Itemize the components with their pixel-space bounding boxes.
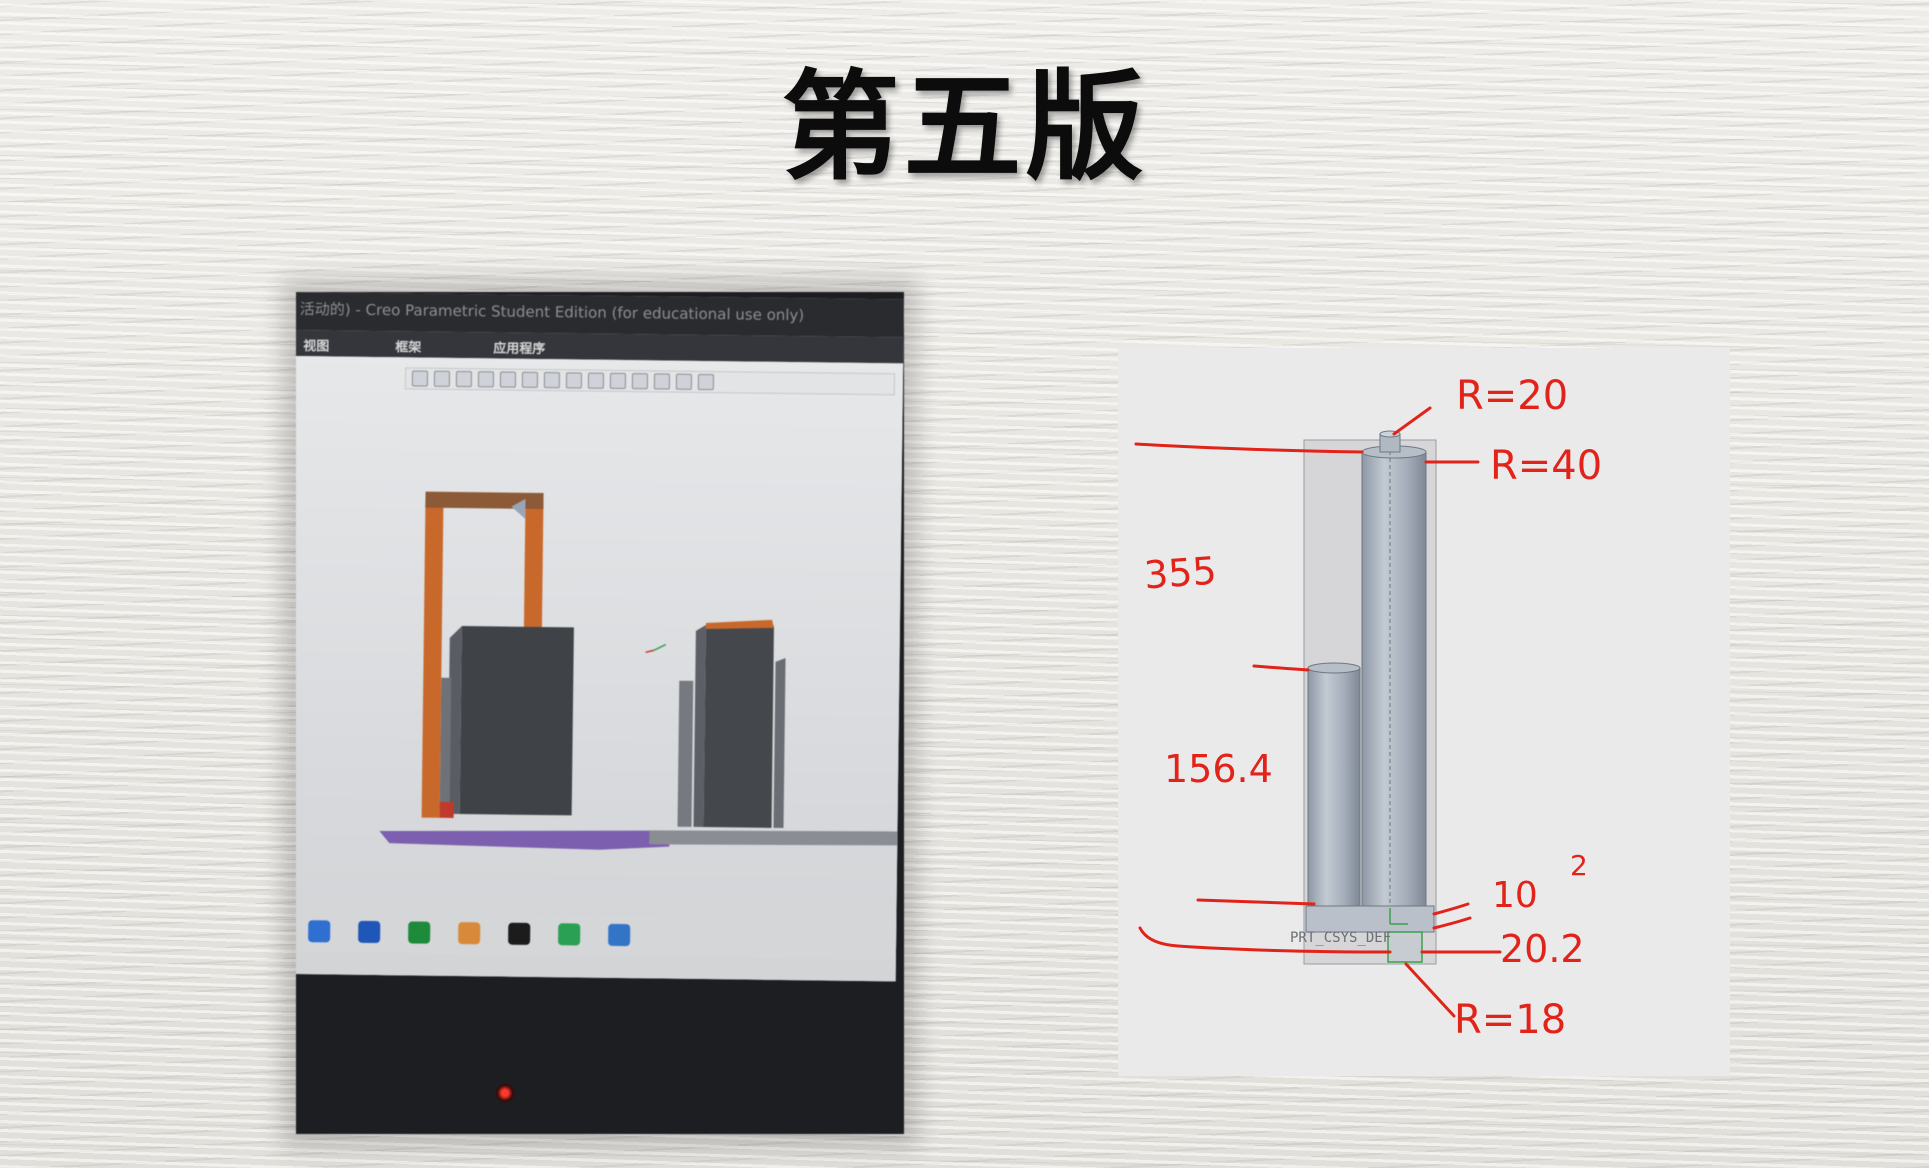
annotation-total-height: 355 <box>1142 548 1218 598</box>
bottom-stub <box>1387 931 1423 963</box>
point-display-icon <box>609 372 627 390</box>
zoom-in-icon <box>433 370 451 387</box>
menu-item-frame: 框架 <box>395 340 422 356</box>
cad-dimension-view: PRT_CSYS_DEF R=20 R=40 355 156.4 10 2 20… <box>1118 348 1730 1076</box>
windows-taskbar <box>296 911 897 960</box>
creo-screen-photo: 活动的) - Creo Parametric Student Edition (… <box>296 292 904 1134</box>
csys-display-icon <box>631 373 649 390</box>
leader-10 <box>1432 902 1470 916</box>
app-icon <box>358 920 381 944</box>
mail-icon <box>308 920 331 943</box>
zoom-fit-icon <box>411 370 429 387</box>
grey-base-plate <box>649 830 898 846</box>
plane-display-icon <box>565 372 583 389</box>
short-cylinder <box>1307 667 1361 907</box>
cylinder-model <box>1134 406 1502 1018</box>
spin-center-icon <box>675 373 693 390</box>
purple-base-plate <box>379 830 670 850</box>
annotation-display-icon <box>653 373 671 390</box>
slide-title: 第五版 <box>781 58 1148 196</box>
leader-mid <box>1252 664 1310 672</box>
leader-r18 <box>1404 962 1456 1018</box>
cad-viewport <box>296 355 904 982</box>
power-icon <box>408 921 431 944</box>
webcam-led <box>496 1084 514 1102</box>
menu-item-apps: 应用程序 <box>493 341 546 358</box>
frame-top-beam <box>425 491 544 510</box>
orient-icon <box>499 371 517 388</box>
repaint-icon <box>477 371 495 388</box>
monitor-screen: 活动的) - Creo Parametric Student Edition (… <box>296 292 904 982</box>
wechat-icon <box>558 923 581 946</box>
annotation-bottom-dim: 20.2 <box>1500 927 1585 971</box>
steam-icon <box>508 922 531 945</box>
saved-views-icon <box>521 371 539 388</box>
pause-icon <box>697 373 715 391</box>
display-style-icon <box>543 372 561 389</box>
dark-block-left <box>459 626 574 816</box>
base-plate <box>1305 905 1435 933</box>
window-icon <box>608 923 631 947</box>
annotation-r-main: R=40 <box>1490 443 1603 489</box>
annotation-superscript: 2 <box>1570 849 1588 882</box>
tall-cylinder <box>1361 451 1427 907</box>
annotation-r-bottom: R=18 <box>1454 997 1567 1043</box>
axis-display-icon <box>587 372 605 389</box>
csys-label: PRT_CSYS_DEF <box>1290 930 1392 946</box>
annotation-short-height: 156.4 <box>1164 747 1273 791</box>
assembly-model <box>379 491 898 850</box>
annotation-base-thickness: 10 <box>1492 875 1538 916</box>
menu-item-view: 视图 <box>303 339 330 355</box>
leader-r20 <box>1392 406 1432 436</box>
red-marker <box>439 801 454 818</box>
leader-base <box>1196 898 1316 906</box>
zoom-out-icon <box>455 370 473 388</box>
annotation-r-top: R=20 <box>1456 373 1569 419</box>
creo-icon <box>458 922 481 945</box>
dark-block-right <box>703 625 774 828</box>
